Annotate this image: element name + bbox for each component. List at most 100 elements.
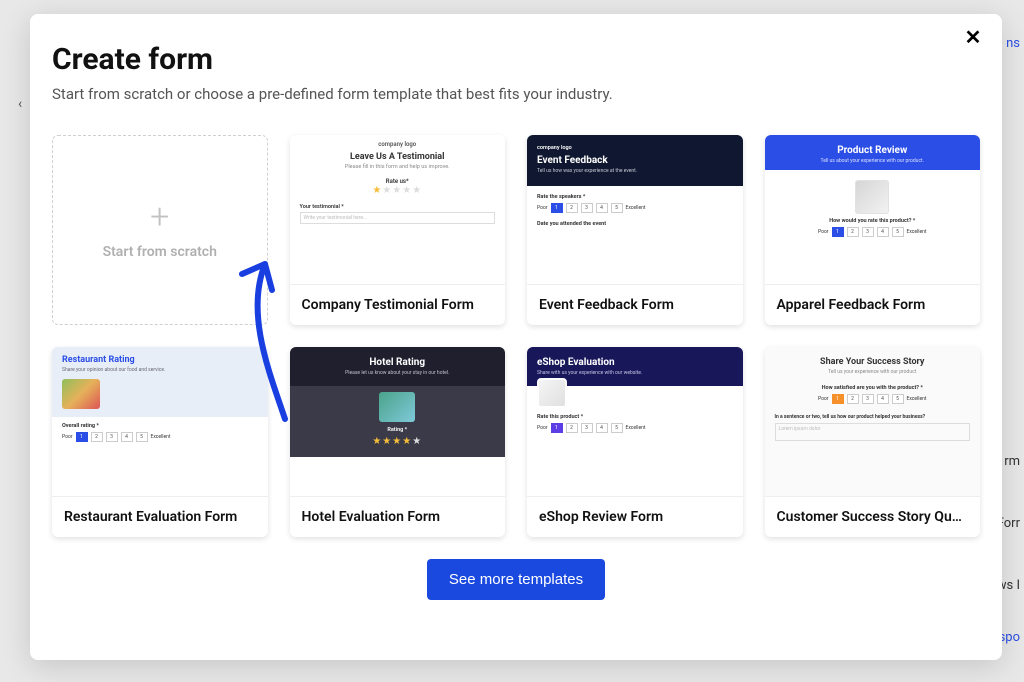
rating-box: 5 bbox=[611, 423, 623, 433]
modal-subtitle: Start from scratch or choose a pre-defin… bbox=[52, 85, 980, 103]
rating-box: 2 bbox=[847, 227, 859, 237]
rating-box: 3 bbox=[581, 423, 593, 433]
close-button[interactable]: ✕ bbox=[962, 28, 984, 50]
preview-question: Rate this product * bbox=[537, 414, 733, 420]
preview-subtitle: Please fill in this form and help us imp… bbox=[290, 164, 506, 170]
rating-label-excellent: Excellent bbox=[626, 205, 646, 211]
rating-box: 5 bbox=[611, 203, 623, 213]
preview-subtitle: Share your opinion about our food and se… bbox=[62, 367, 258, 373]
start-from-scratch-label: Start from scratch bbox=[103, 244, 217, 260]
template-preview: Restaurant Rating Share your opinion abo… bbox=[52, 347, 268, 496]
preview-title: Product Review bbox=[775, 145, 971, 156]
rating-label-poor: Poor bbox=[62, 434, 73, 440]
rating-box: 1 bbox=[551, 203, 563, 213]
template-card-apparel[interactable]: Product Review Tell us about your experi… bbox=[765, 135, 981, 325]
template-label: Apparel Feedback Form bbox=[765, 284, 981, 325]
template-label: Restaurant Evaluation Form bbox=[52, 496, 268, 537]
preview-rating: Poor 1 2 3 4 5 Excellent bbox=[537, 203, 733, 213]
rating-box: 4 bbox=[121, 432, 133, 442]
preview-subtitle: Tell us about your experience with our p… bbox=[775, 158, 971, 164]
rating-box: 3 bbox=[581, 203, 593, 213]
rating-box: 1 bbox=[551, 423, 563, 433]
preview-product-image bbox=[537, 378, 567, 408]
template-card-story[interactable]: Share Your Success Story Tell us your ex… bbox=[765, 347, 981, 537]
preview-rating: Poor 1 2 3 4 5 Excellent bbox=[775, 394, 971, 404]
rating-label-poor: Poor bbox=[537, 205, 548, 211]
rating-box: 5 bbox=[136, 432, 148, 442]
template-preview: Share Your Success Story Tell us your ex… bbox=[765, 347, 981, 496]
preview-logo: company logo bbox=[537, 145, 733, 151]
bg-back-chevron: ‹ bbox=[18, 96, 22, 112]
create-form-modal: ✕ Create form Start from scratch or choo… bbox=[30, 14, 1002, 660]
plus-icon: + bbox=[150, 200, 169, 234]
template-card-hotel[interactable]: Hotel Rating Please let us know about yo… bbox=[290, 347, 506, 537]
preview-question: Overall rating * bbox=[62, 423, 258, 429]
preview-stars: ★★★★★ bbox=[290, 185, 506, 196]
template-card-event[interactable]: company logo Event Feedback Tell us how … bbox=[527, 135, 743, 325]
preview-field-box: Write your testimonial here... bbox=[300, 212, 496, 224]
see-more-templates-button[interactable]: See more templates bbox=[427, 559, 605, 600]
preview-title: Leave Us A Testimonial bbox=[290, 152, 506, 162]
rating-box: 3 bbox=[862, 227, 874, 237]
preview-rating: Poor 1 2 3 4 5 Excellent bbox=[537, 423, 733, 433]
template-preview: Hotel Rating Please let us know about yo… bbox=[290, 347, 506, 496]
preview-question-2: In a sentence or two, tell us how our pr… bbox=[775, 414, 971, 420]
preview-food-image bbox=[62, 379, 100, 409]
preview-hotel-image bbox=[379, 392, 415, 422]
rating-box: 3 bbox=[862, 394, 874, 404]
rating-box: 2 bbox=[566, 203, 578, 213]
rating-label-poor: Poor bbox=[537, 425, 548, 431]
preview-rating: Poor 1 2 3 4 5 Excellent bbox=[62, 432, 258, 442]
preview-field-label: Your testimonial * bbox=[300, 204, 496, 210]
preview-title: eShop Evaluation bbox=[537, 357, 733, 368]
bg-text: rm bbox=[1004, 454, 1020, 469]
preview-date-label: Date you attended the event bbox=[537, 221, 733, 227]
rating-box: 1 bbox=[832, 394, 844, 404]
rating-label-excellent: Excellent bbox=[626, 425, 646, 431]
rating-box: 4 bbox=[877, 394, 889, 404]
rating-box: 1 bbox=[832, 227, 844, 237]
preview-product-image bbox=[855, 180, 889, 214]
template-label: Hotel Evaluation Form bbox=[290, 496, 506, 537]
template-card-eshop[interactable]: eShop Evaluation Share with us your expe… bbox=[527, 347, 743, 537]
rating-box: 5 bbox=[892, 394, 904, 404]
rating-box: 2 bbox=[566, 423, 578, 433]
rating-box: 4 bbox=[596, 423, 608, 433]
preview-title: Restaurant Rating bbox=[62, 355, 258, 365]
template-preview: eShop Evaluation Share with us your expe… bbox=[527, 347, 743, 496]
preview-stars: ★★★★★ bbox=[300, 436, 496, 447]
preview-rating: Poor 1 2 3 4 5 Excellent bbox=[775, 227, 971, 237]
rating-label-excellent: Excellent bbox=[907, 229, 927, 235]
preview-textarea: Lorem ipsum dolor bbox=[775, 423, 971, 441]
preview-rating-label: Rating * bbox=[300, 427, 496, 433]
preview-logo: company logo bbox=[290, 135, 506, 148]
rating-box: 1 bbox=[76, 432, 88, 442]
preview-subtitle: Tell us your experience with our product bbox=[775, 369, 971, 375]
rating-label-excellent: Excellent bbox=[151, 434, 171, 440]
preview-title: Hotel Rating bbox=[300, 357, 496, 368]
bg-text: ns bbox=[1006, 36, 1020, 51]
template-preview: Product Review Tell us about your experi… bbox=[765, 135, 981, 284]
preview-question: How would you rate this product? * bbox=[775, 218, 971, 224]
preview-question: How satisfied are you with the product? … bbox=[775, 385, 971, 391]
preview-title: Event Feedback bbox=[537, 155, 733, 166]
template-grid: + Start from scratch company logo Leave … bbox=[52, 135, 980, 537]
rating-label-poor: Poor bbox=[818, 229, 829, 235]
rating-box: 5 bbox=[892, 227, 904, 237]
rating-box: 4 bbox=[596, 203, 608, 213]
template-card-testimonial[interactable]: company logo Leave Us A Testimonial Plea… bbox=[290, 135, 506, 325]
start-from-scratch-card[interactable]: + Start from scratch bbox=[52, 135, 268, 325]
preview-subtitle: Share with us your experience with our w… bbox=[537, 370, 733, 376]
rating-label-poor: Poor bbox=[818, 396, 829, 402]
preview-subtitle: Please let us know about your stay in ou… bbox=[300, 370, 496, 376]
modal-title: Create form bbox=[52, 42, 980, 77]
rating-box: 2 bbox=[847, 394, 859, 404]
template-card-restaurant[interactable]: Restaurant Rating Share your opinion abo… bbox=[52, 347, 268, 537]
template-preview: company logo Event Feedback Tell us how … bbox=[527, 135, 743, 284]
template-label: Customer Success Story Questionnaire bbox=[765, 496, 981, 537]
preview-question: Rate the speakers * bbox=[537, 194, 733, 200]
rating-box: 3 bbox=[106, 432, 118, 442]
template-label: Company Testimonial Form bbox=[290, 284, 506, 325]
template-preview: company logo Leave Us A Testimonial Plea… bbox=[290, 135, 506, 284]
preview-subtitle: Tell us how was your experience at the e… bbox=[537, 168, 733, 174]
